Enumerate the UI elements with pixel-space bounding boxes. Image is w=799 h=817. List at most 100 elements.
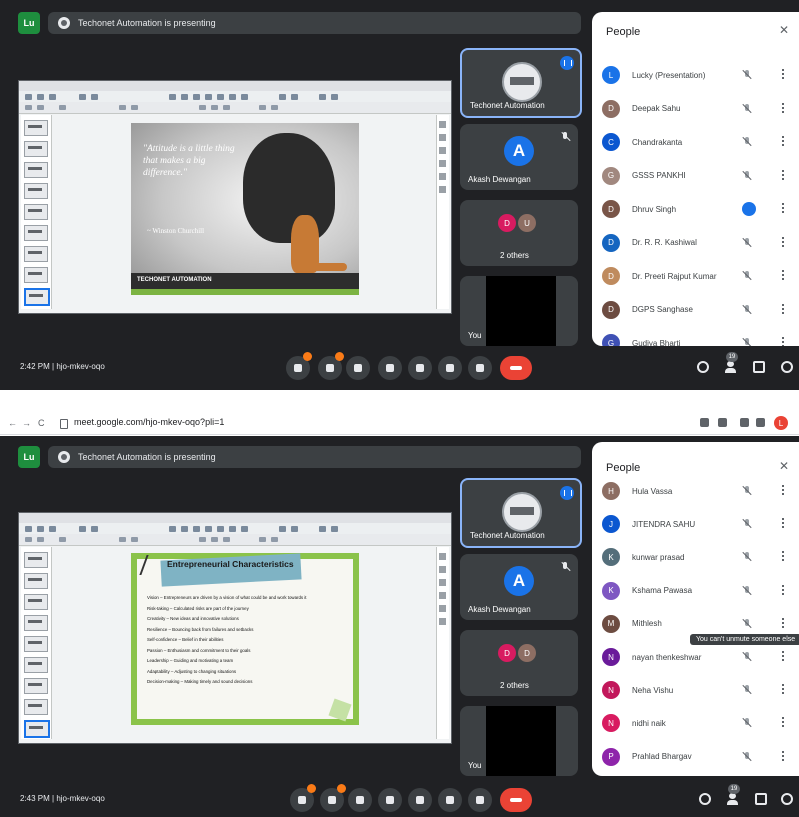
meeting-controls: 2:42 PM | hjo-mkev-oqo 19: [0, 350, 799, 386]
tile-name: 2 others: [500, 251, 529, 260]
more-vert-icon[interactable]: [782, 551, 784, 563]
more-vert-icon[interactable]: [782, 518, 784, 530]
activities-icon[interactable]: [778, 360, 793, 374]
info-icon[interactable]: [696, 360, 710, 374]
camera-button[interactable]: [320, 784, 346, 812]
extensions-puzzle-icon[interactable]: [740, 418, 749, 427]
participant-row[interactable]: J JITENDRA SAHU: [602, 513, 792, 535]
extension-icon[interactable]: [700, 418, 709, 427]
participant-row[interactable]: G Gudiya Bharti: [602, 332, 792, 346]
slide-title: Entrepreneurial Characteristics: [167, 559, 294, 569]
sidebar-tools: [436, 547, 449, 739]
raise-hand-button[interactable]: [378, 356, 402, 380]
present-icon: [58, 17, 70, 29]
participant-row[interactable]: M Mithlesh: [602, 613, 792, 635]
leave-call-button[interactable]: [500, 356, 532, 380]
reload-icon[interactable]: C: [38, 418, 45, 428]
self-video: [486, 276, 556, 346]
user-badge[interactable]: Lu: [18, 446, 40, 468]
chat-icon[interactable]: [754, 792, 768, 806]
bookmark-star-icon[interactable]: [718, 418, 727, 427]
mic-off-icon: [742, 137, 752, 147]
participant-row[interactable]: P Prahlad Bhargav: [602, 746, 792, 768]
tile-self[interactable]: You: [460, 276, 578, 346]
present-button[interactable]: [438, 788, 462, 812]
more-vert-icon[interactable]: [782, 717, 784, 729]
participant-row[interactable]: D Dhruv Singh: [602, 198, 792, 220]
leave-call-button[interactable]: [500, 788, 532, 812]
present-button[interactable]: [438, 356, 462, 380]
tile-others[interactable]: D U 2 others: [460, 200, 578, 266]
participant-row[interactable]: G GSSS PANKHI: [602, 165, 792, 187]
close-icon[interactable]: ✕: [779, 23, 789, 37]
participant-row[interactable]: N Neha Vishu: [602, 679, 792, 701]
site-info-icon[interactable]: [60, 419, 68, 429]
close-icon[interactable]: ✕: [779, 459, 789, 473]
warning-badge: [307, 784, 316, 793]
more-options-button[interactable]: [468, 788, 492, 812]
tile-others[interactable]: D D 2 others: [460, 630, 578, 696]
people-icon[interactable]: 19: [726, 784, 740, 806]
more-vert-icon[interactable]: [782, 270, 784, 281]
more-vert-icon[interactable]: [782, 69, 784, 80]
sidebar-icon[interactable]: [756, 418, 765, 427]
address-bar[interactable]: meet.google.com/hjo-mkev-oqo?pli=1: [74, 417, 224, 427]
bullet: Vision – Entrepreneurs are driven by a v…: [147, 595, 307, 600]
warning-badge: [335, 352, 344, 361]
more-vert-icon[interactable]: [782, 617, 784, 629]
participant-avatar: M: [602, 614, 620, 633]
user-badge[interactable]: Lu: [18, 12, 40, 34]
participant-row[interactable]: H Hula Vassa: [602, 480, 792, 502]
tile-akash[interactable]: A Akash Dewangan: [460, 124, 578, 190]
more-vert-icon[interactable]: [782, 203, 784, 214]
more-options-button[interactable]: [468, 356, 492, 380]
mic-button[interactable]: [290, 784, 316, 812]
emoji-button[interactable]: [408, 788, 432, 812]
slide-thumbnails: [21, 115, 52, 309]
participant-row[interactable]: D Dr. R. R. Kashiwal: [602, 232, 792, 254]
more-vert-icon[interactable]: [782, 169, 784, 181]
more-vert-icon[interactable]: [782, 584, 784, 596]
emoji-button[interactable]: [408, 356, 432, 380]
present-icon: [58, 451, 70, 463]
participant-row[interactable]: Nnayan thenkeshwar: [602, 646, 792, 668]
more-vert-icon[interactable]: [782, 102, 784, 114]
tile-self[interactable]: You: [460, 706, 578, 776]
participant-row[interactable]: D Dr. Preeti Rajput Kumar: [602, 265, 792, 287]
participant-name: GSSS PANKHI: [632, 171, 686, 180]
captions-button[interactable]: [346, 356, 370, 380]
tile-akash[interactable]: A Akash Dewangan: [460, 554, 578, 620]
participant-row[interactable]: K Kshama Pawasa: [602, 580, 792, 602]
participant-row[interactable]: D DGPS Sanghase: [602, 299, 792, 321]
participant-row[interactable]: Kkunwar prasad: [602, 546, 792, 568]
more-vert-icon[interactable]: [782, 684, 784, 696]
more-vert-icon[interactable]: [782, 136, 784, 147]
captions-button[interactable]: [348, 788, 372, 812]
participant-row[interactable]: C Chandrakanta: [602, 131, 792, 153]
raise-hand-button[interactable]: [378, 788, 402, 812]
bullet: Self-confidence – Belief in their abilit…: [147, 637, 224, 642]
chat-icon[interactable]: [752, 360, 766, 374]
more-vert-icon[interactable]: [782, 337, 784, 346]
banner-text: Techonet Automation is presenting: [78, 452, 216, 462]
camera-button[interactable]: [318, 352, 344, 380]
back-icon[interactable]: ←: [8, 418, 17, 428]
activities-icon[interactable]: [778, 792, 793, 806]
participant-row[interactable]: Nnidhi naik: [602, 712, 792, 734]
info-icon[interactable]: [698, 792, 712, 806]
people-icon[interactable]: 19: [724, 352, 738, 374]
participant-row[interactable]: L Lucky (Presentation): [602, 64, 792, 86]
more-vert-icon[interactable]: [782, 303, 784, 315]
participant-row[interactable]: D Deepak Sahu: [602, 98, 792, 120]
more-vert-icon[interactable]: [782, 651, 784, 662]
more-vert-icon[interactable]: [782, 750, 784, 762]
tile-presenter[interactable]: Techonet Automation: [460, 48, 582, 118]
more-vert-icon[interactable]: [782, 485, 784, 496]
forward-icon[interactable]: →: [22, 418, 31, 428]
profile-avatar[interactable]: L: [774, 416, 788, 430]
more-vert-icon[interactable]: [782, 236, 784, 248]
tile-presenter[interactable]: Techonet Automation: [460, 478, 582, 548]
mic-button[interactable]: [286, 352, 312, 380]
participant-count: 19: [728, 784, 740, 794]
meeting-time-code: 2:43 PM | hjo-mkev-oqo: [20, 794, 105, 803]
